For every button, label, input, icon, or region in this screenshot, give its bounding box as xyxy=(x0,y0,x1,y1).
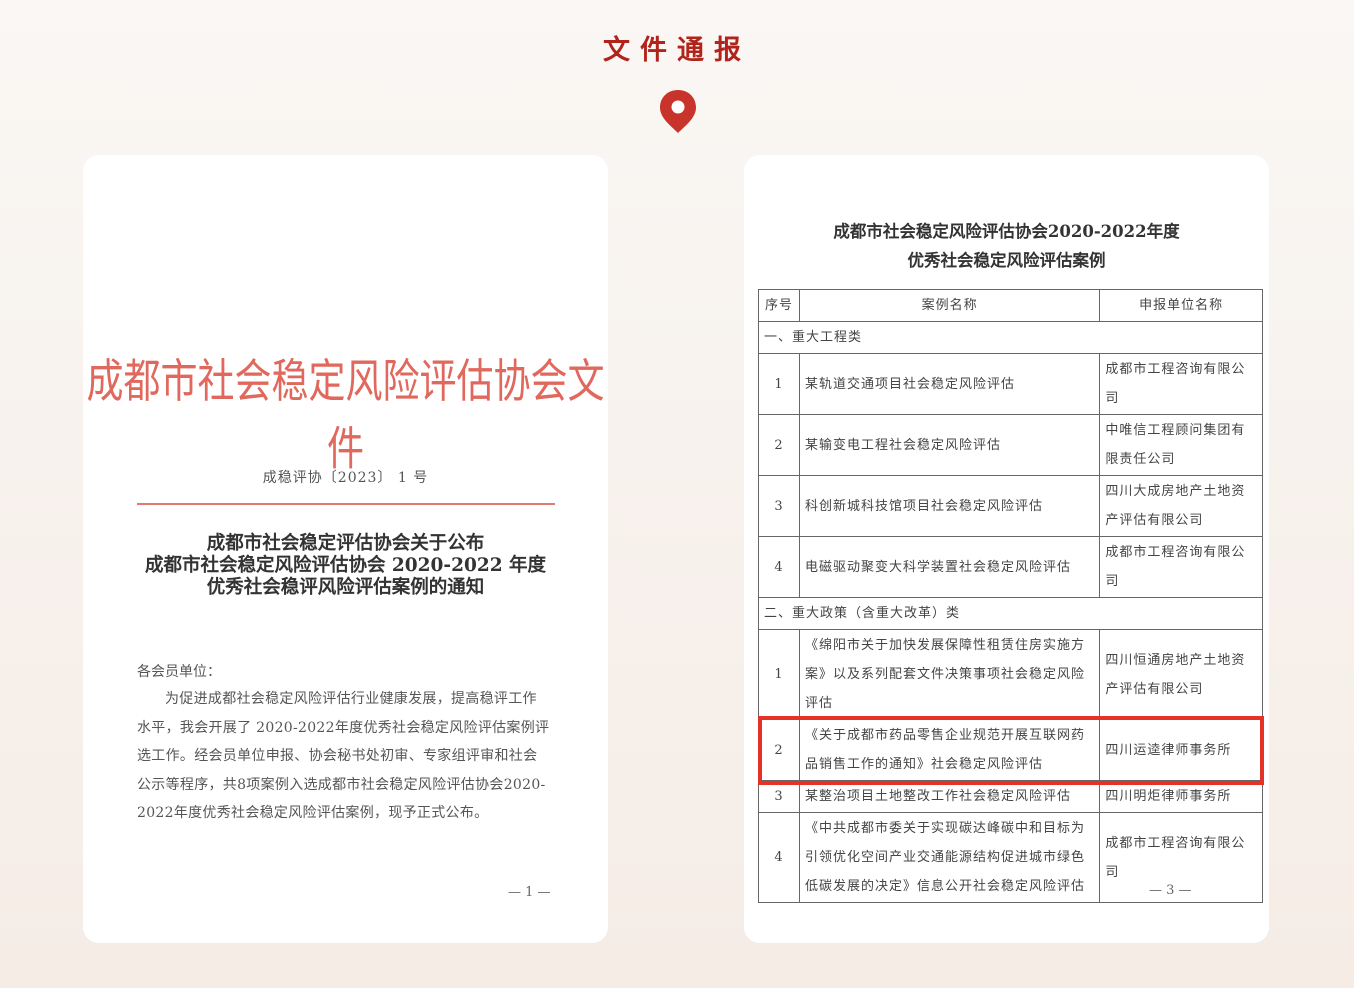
body-line: 为促进成都社会稳定风险评估行业健康发展，提高稳评工作 xyxy=(165,691,537,707)
table-title-line: 成都市社会稳定风险评估协会2020-2022年度 xyxy=(833,222,1180,241)
notice-title-line: 成都市社会稳定风险评估协会 2020-2022 年度 xyxy=(144,555,547,576)
row-seq: 4 xyxy=(758,536,800,598)
document-card-notice: 成都市社会稳定风险评估协会文件 成稳评协〔2023〕 1 号 成都市社会稳定评估… xyxy=(83,155,608,943)
table-row: 3 科创新城科技馆项目社会稳定风险评估 四川大成房地产土地资产评估有限公司 xyxy=(758,475,1263,537)
row-case-name: 科创新城科技馆项目社会稳定风险评估 xyxy=(798,475,1101,537)
body-line: 公示等程序，共8项案例入选成都市社会稳定风险评估协会2020- xyxy=(137,776,546,793)
body-line: 2022年度优秀社会稳定风险评估案例，现予正式公布。 xyxy=(137,805,489,821)
document-number: 成稳评协〔2023〕 1 号 xyxy=(262,470,429,486)
row-unit-name: 四川明炬律师事务所 xyxy=(1099,780,1263,813)
notice-title-line: 成都市社会稳定评估协会关于公布 xyxy=(206,533,485,554)
section-row: 二、重大政策（含重大改革）类 xyxy=(758,597,1263,630)
row-seq: 4 xyxy=(758,812,800,903)
table-row: 1 《绵阳市关于加快发展保障性租赁住房实施方案》以及系列配套文件决策事项社会稳定… xyxy=(758,629,1263,720)
row-unit-name: 成都市工程咨询有限公司 xyxy=(1099,536,1263,598)
section-row: 一、重大工程类 xyxy=(758,321,1263,354)
row-seq: 1 xyxy=(758,353,800,415)
row-unit-name: 四川恒通房地产土地资产评估有限公司 xyxy=(1099,629,1263,720)
table-row-highlighted: 2 《关于成都市药品零售企业规范开展互联网药品销售工作的通知》社会稳定风险评估 … xyxy=(758,719,1263,781)
row-case-name: 某整治项目土地整改工作社会稳定风险评估 xyxy=(798,780,1101,813)
body-line: 选工作。经会员单位申报、协会秘书处初审、专家组评审和社会 xyxy=(137,748,538,764)
red-divider xyxy=(137,503,555,505)
header-case-name: 案例名称 xyxy=(798,289,1101,322)
body-line: 水平，我会开展了 2020-2022年度优秀社会稳定风险评估案例评 xyxy=(137,719,550,736)
page-number: — 1 — xyxy=(508,885,551,900)
table-header-row: 序号 案例名称 申报单位名称 xyxy=(758,289,1263,322)
table-title: 成都市社会稳定风险评估协会2020-2022年度 优秀社会稳定风险评估案例 xyxy=(744,217,1269,275)
row-case-name: 电磁驱动聚变大科学装置社会稳定风险评估 xyxy=(798,536,1101,598)
page-number: — 3 — xyxy=(1149,883,1192,898)
table-row: 2 某输变电工程社会稳定风险评估 中唯信工程顾问集团有限责任公司 xyxy=(758,414,1263,476)
document-org-title: 成都市社会稳定风险评估协会文件 xyxy=(86,354,605,476)
row-unit-name: 四川运逵律师事务所 xyxy=(1099,719,1263,781)
row-seq: 2 xyxy=(758,719,800,781)
row-case-name: 《绵阳市关于加快发展保障性租赁住房实施方案》以及系列配套文件决策事项社会稳定风险… xyxy=(798,629,1101,720)
row-case-name: 《中共成都市委关于实现碳达峰碳中和目标为引领优化空间产业交通能源结构促进城市绿色… xyxy=(798,812,1101,903)
row-seq: 2 xyxy=(758,414,800,476)
table-row: 3 某整治项目土地整改工作社会稳定风险评估 四川明炬律师事务所 xyxy=(758,780,1263,813)
location-pin-icon xyxy=(660,90,696,133)
case-table: 序号 案例名称 申报单位名称 一、重大工程类 1 某轨道交通项目社会稳定风险评估… xyxy=(758,289,1263,903)
row-seq: 1 xyxy=(758,629,800,720)
row-seq: 3 xyxy=(758,475,800,537)
section-label: 一、重大工程类 xyxy=(758,321,1263,354)
row-case-name: 某轨道交通项目社会稳定风险评估 xyxy=(798,353,1101,415)
table-row: 1 某轨道交通项目社会稳定风险评估 成都市工程咨询有限公司 xyxy=(758,353,1263,415)
notice-body: 为促进成都社会稳定风险评估行业健康发展，提高稳评工作 水平，我会开展了 2020… xyxy=(137,685,557,828)
row-case-name: 《关于成都市药品零售企业规范开展互联网药品销售工作的通知》社会稳定风险评估 xyxy=(798,719,1101,781)
section-label: 二、重大政策（含重大改革）类 xyxy=(758,597,1263,630)
header-seq: 序号 xyxy=(758,289,800,322)
table-title-line: 优秀社会稳定风险评估案例 xyxy=(907,251,1106,270)
notice-title: 成都市社会稳定评估协会关于公布 成都市社会稳定风险评估协会 2020-2022 … xyxy=(83,533,608,599)
row-seq: 3 xyxy=(758,780,800,813)
document-card-case-list: 成都市社会稳定风险评估协会2020-2022年度 优秀社会稳定风险评估案例 序号… xyxy=(744,155,1269,943)
row-unit-name: 四川大成房地产土地资产评估有限公司 xyxy=(1099,475,1263,537)
header-unit-name: 申报单位名称 xyxy=(1099,289,1263,322)
salutation: 各会员单位： xyxy=(137,664,221,680)
row-unit-name: 成都市工程咨询有限公司 xyxy=(1099,353,1263,415)
row-unit-name: 中唯信工程顾问集团有限责任公司 xyxy=(1099,414,1263,476)
notice-title-line: 优秀社会稳评风险评估案例的通知 xyxy=(206,577,485,598)
table-row: 4 电磁驱动聚变大科学装置社会稳定风险评估 成都市工程咨询有限公司 xyxy=(758,536,1263,598)
section-title: 文件通报 xyxy=(603,35,751,66)
row-case-name: 某输变电工程社会稳定风险评估 xyxy=(798,414,1101,476)
